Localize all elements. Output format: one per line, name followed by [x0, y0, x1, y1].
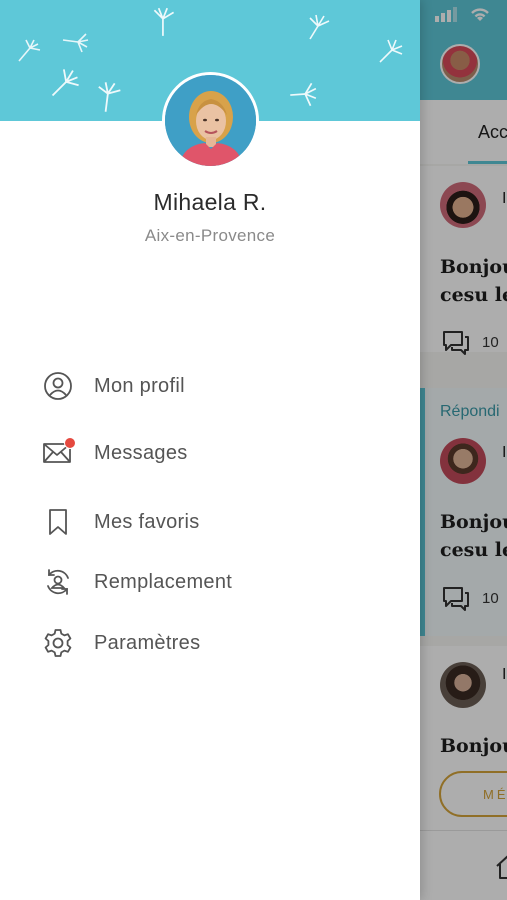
menu-item-label: Remplacement — [94, 570, 233, 593]
profile-location: Aix-en-Provence — [144, 226, 276, 245]
dandelion-seed-icon — [18, 39, 41, 62]
bookmark-icon — [40, 504, 76, 540]
dandelion-seed-icon — [51, 69, 79, 97]
menu-item-label: Mes favoris — [94, 510, 200, 533]
dandelion-seed-icon — [379, 39, 403, 63]
menu-item-profile[interactable]: Mon profil — [40, 364, 380, 408]
menu-item-replacement[interactable]: Remplacement — [40, 560, 380, 604]
dandelion-seed-icon — [153, 7, 175, 36]
side-drawer: Mihaela R. Aix-en-Provence Mon profil Me… — [0, 0, 420, 900]
dandelion-seed-icon — [62, 33, 89, 53]
menu-item-label: Messages — [94, 441, 188, 464]
profile-avatar[interactable] — [162, 72, 259, 169]
user-photo-icon — [165, 75, 256, 166]
menu-item-favorites[interactable]: Mes favoris — [40, 500, 380, 544]
notification-dot — [64, 437, 76, 449]
menu-item-label: Mon profil — [94, 374, 185, 397]
gear-icon — [40, 625, 76, 661]
dandelion-seed-icon — [309, 14, 330, 40]
envelope-icon — [40, 435, 76, 471]
dandelion-seed-icon — [98, 82, 121, 112]
profile-name: Mihaela R. — [153, 189, 267, 215]
menu-item-messages[interactable]: Messages — [40, 431, 380, 475]
menu-item-label: Paramètres — [94, 631, 201, 654]
dandelion-seed-icon — [290, 82, 317, 107]
user-rotate-icon — [40, 564, 76, 600]
user-circle-icon — [40, 368, 76, 404]
menu-item-settings[interactable]: Paramètres — [40, 621, 380, 665]
